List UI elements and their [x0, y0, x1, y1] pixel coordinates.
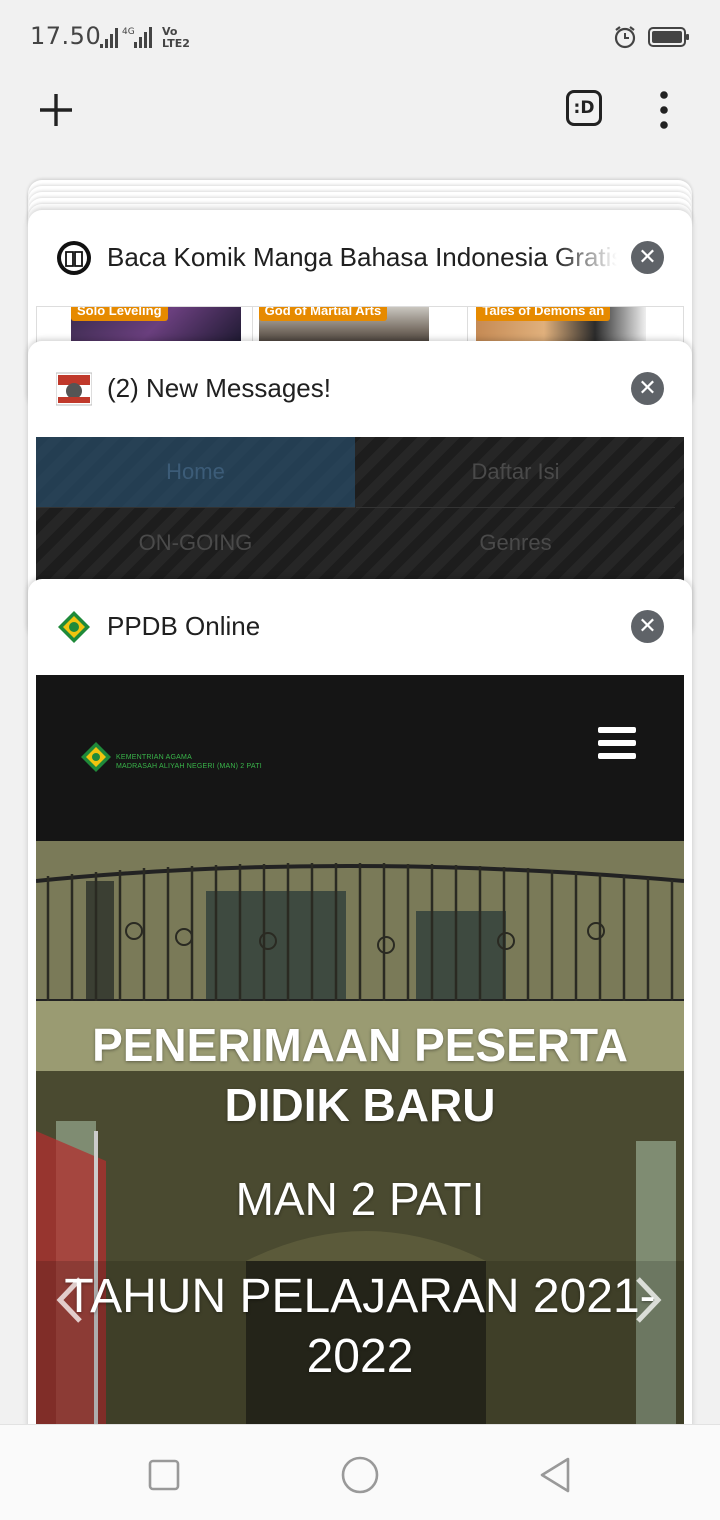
status-right	[612, 24, 690, 50]
tab-switcher-toolbar: :D	[0, 72, 720, 148]
tab-card-header: Baca Komik Manga Bahasa Indonesia Gratis…	[28, 210, 692, 306]
alarm-icon	[614, 26, 636, 49]
more-options-button[interactable]	[650, 90, 678, 130]
manga-thumb-label: God of Martial Arts	[258, 307, 388, 321]
menu-genres: Genres	[356, 507, 675, 577]
status-bar: 17.50 4G Vo LTE2	[0, 0, 720, 72]
chrome-tab-switcher: 17.50 4G Vo LTE2:D Baca Komik Manga Bah…	[0, 0, 720, 1520]
menu-on-going: ON-GOING	[36, 507, 355, 577]
hero-headline: PENERIMAAN PESERTA DIDIK BARU	[92, 1019, 628, 1131]
kemenag-logo-icon	[81, 742, 111, 772]
network-4g-label: 4G	[122, 27, 135, 37]
chevron-right-icon	[636, 1277, 662, 1323]
manga-thumb: God of Martial Arts	[253, 307, 469, 345]
tab-card-ppdb[interactable]: PPDB Online ✕ KEMENTRIAN AGAMA MADRASAH …	[28, 579, 692, 1479]
tab-thumbnail: KEMENTRIAN AGAMA MADRASAH ALIYAH NEGERI …	[36, 675, 684, 1435]
volte-bottom-label: LTE2	[162, 37, 190, 50]
tab-title: Baca Komik Manga Bahasa Indonesia Gratis	[107, 242, 617, 272]
signal-icon: 4G Vo LTE2	[100, 25, 190, 50]
close-tab-button[interactable]: ✕	[631, 241, 664, 274]
recent-apps-button[interactable]	[144, 1455, 184, 1495]
system-navigation-bar	[0, 1424, 720, 1520]
komik-favicon-icon	[57, 241, 91, 275]
hero-school-name: MAN 2 PATI	[235, 1173, 485, 1225]
tab-card-header: PPDB Online ✕	[28, 579, 692, 675]
site-logo-text: KEMENTRIAN AGAMA MADRASAH ALIYAH NEGERI …	[116, 753, 262, 771]
manga-thumb-label: Tales of Demons an	[476, 307, 611, 321]
close-tab-button[interactable]: ✕	[631, 372, 664, 405]
tab-thumbnail: Solo Leveling God of Martial Arts Tales …	[36, 306, 684, 346]
tab-card-header: (2) New Messages! ✕	[28, 341, 692, 437]
home-button[interactable]	[340, 1455, 380, 1495]
hero-academic-year: TAHUN PELAJARAN 2021-2022	[64, 1270, 656, 1383]
chevron-left-icon	[56, 1277, 82, 1323]
manga-thumb: Tales of Demons an	[468, 307, 683, 345]
menu-home: Home	[36, 437, 355, 507]
menu-daftar-isi: Daftar Isi	[471, 459, 560, 484]
logo-line-1: KEMENTRIAN AGAMA	[116, 754, 192, 761]
hamburger-menu-icon	[598, 727, 636, 759]
site-header: KEMENTRIAN AGAMA MADRASAH ALIYAH NEGERI …	[36, 675, 684, 841]
close-tab-button[interactable]: ✕	[631, 610, 664, 643]
manga-thumb: Solo Leveling	[37, 307, 253, 345]
tab-title: (2) New Messages!	[107, 373, 331, 403]
manga-thumb-label: Solo Leveling	[71, 307, 168, 321]
tab-thumbnail: Home Daftar Isi ON-GOING Genres	[36, 437, 684, 597]
new-tab-button[interactable]	[36, 90, 76, 130]
logo-line-2: MADRASAH ALIYAH NEGERI (MAN) 2 PATI	[116, 763, 262, 770]
tab-title: PPDB Online	[107, 611, 261, 641]
battery-icon	[648, 27, 689, 47]
kemenag-favicon-icon	[58, 611, 90, 643]
status-time: 17.50	[30, 22, 102, 50]
back-button[interactable]	[536, 1455, 576, 1495]
messages-favicon-icon	[56, 372, 92, 406]
tab-switcher-button[interactable]: :D	[566, 90, 602, 126]
